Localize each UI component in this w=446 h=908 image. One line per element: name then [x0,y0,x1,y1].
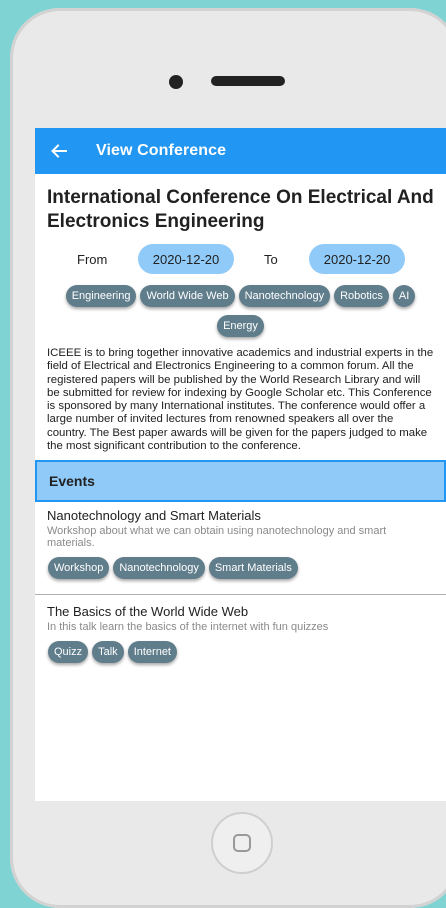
event-item[interactable]: The Basics of the World Wide Web In this… [35,595,446,664]
to-date: 2020-12-20 [309,244,405,274]
event-title: The Basics of the World Wide Web [47,604,249,620]
tag-chip[interactable]: Robotics [334,285,389,307]
app-bar-title: View Conference [96,142,227,159]
square-icon [233,834,251,852]
arrow-left-icon[interactable] [47,139,71,163]
conference-title: International Conference On Electrical A… [47,187,434,232]
app-screen: View Conference International Conference… [35,128,446,801]
events-header: Events [35,460,446,503]
from-date: 2020-12-20 [138,244,234,274]
app-bar: View Conference [35,128,446,174]
tag-chip[interactable]: Talk [92,641,124,664]
tag-chip[interactable]: Internet [127,641,177,664]
tag-chip[interactable]: Energy [217,315,264,337]
event-tags: Workshop Nanotechnology Smart Materials [48,557,434,580]
home-button[interactable] [211,812,273,874]
event-item[interactable]: Nanotechnology and Smart Materials Works… [35,502,446,580]
front-camera [169,75,183,89]
tag-chip[interactable]: Quizz [48,641,89,664]
earpiece-speaker [211,76,285,86]
tag-chip[interactable]: World Wide Web [140,285,235,307]
event-tags: Quizz Talk Internet [48,641,434,664]
event-description: Workshop about what we can obtain using … [47,525,387,550]
event-title: Nanotechnology and Smart Materials [47,508,261,524]
tag-chip[interactable]: AI [392,285,416,307]
tag-chip[interactable]: Nanotechnology [238,285,331,307]
tag-chip[interactable]: Nanotechnology [113,557,205,580]
event-description: In this talk learn the basics of the int… [47,621,329,634]
conference-tags: Engineering World Wide Web Nanotechnolog… [45,285,436,337]
to-label: To [264,251,278,267]
from-label: From [77,251,108,267]
date-range: From 2020-12-20 To 2020-12-20 [35,244,446,274]
phone-frame: View Conference International Conference… [10,8,446,908]
tag-chip[interactable]: Smart Materials [208,557,298,580]
tag-chip[interactable]: Engineering [65,285,137,307]
tag-chip[interactable]: Workshop [48,557,110,580]
conference-description: ICEEE is to bring together innovative ac… [47,347,434,453]
